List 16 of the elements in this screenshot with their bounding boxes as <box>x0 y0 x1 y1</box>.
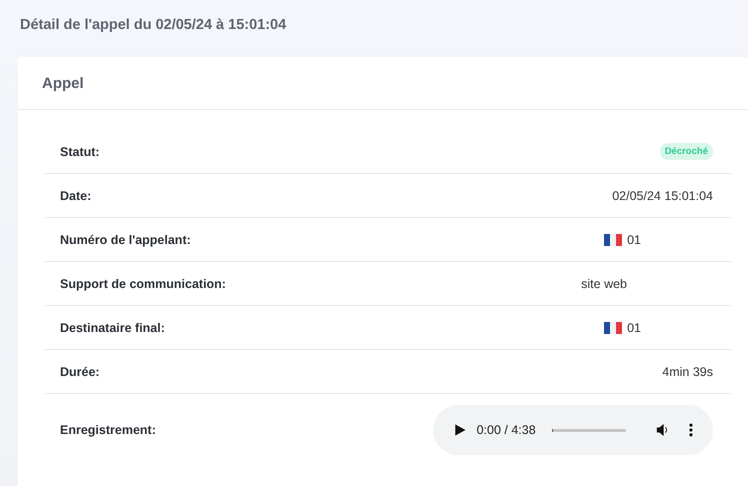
field-label: Destinataire final: <box>60 320 165 334</box>
phone-number: 01 <box>627 232 641 246</box>
field-label: Enregistrement: <box>60 423 156 437</box>
card-title: Appel <box>42 74 84 92</box>
field-label: Statut: <box>60 144 100 158</box>
status-badge: Décroché <box>660 143 713 160</box>
field-label: Date: <box>60 188 92 202</box>
playback-time: 0:00 / 4:38 <box>476 423 536 437</box>
page-title: Détail de l'appel du 02/05/24 à 15:01:04 <box>19 16 288 35</box>
field-label: Durée: <box>60 364 100 378</box>
field-label: Support de communication: <box>60 276 226 290</box>
field-label: Numéro de l'appelant: <box>60 232 191 246</box>
field-value: site web <box>581 276 627 290</box>
field-value: 02/05/24 15:01:04 <box>612 188 713 202</box>
phone-number: 01 <box>627 320 641 334</box>
field-value: 4min 39s <box>662 364 713 378</box>
